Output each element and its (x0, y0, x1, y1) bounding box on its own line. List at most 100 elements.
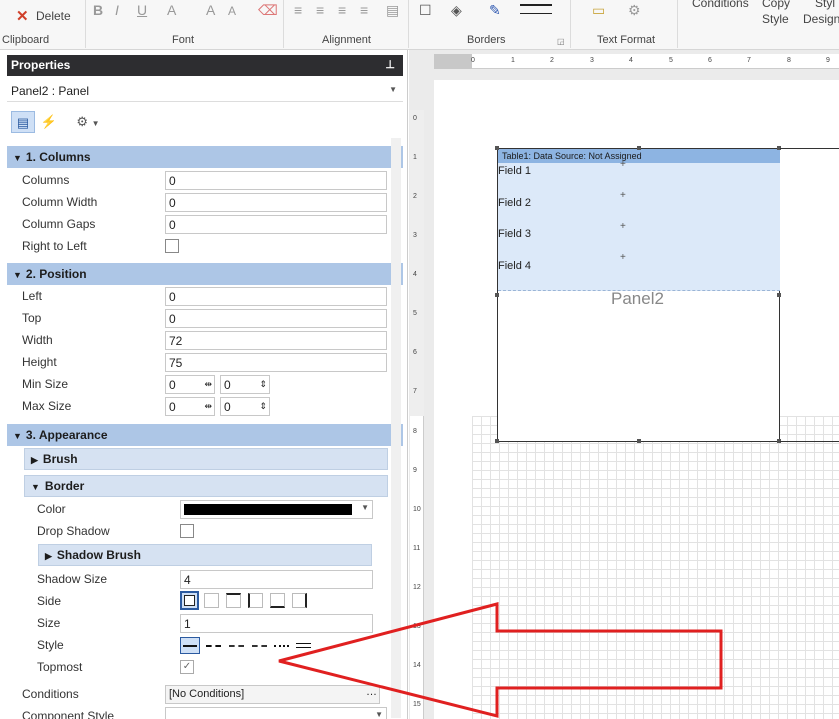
field-3[interactable]: Field 3 (498, 228, 531, 240)
size-input[interactable]: 1 (180, 614, 373, 633)
italic-icon[interactable]: I (115, 2, 119, 18)
subsection-brush[interactable]: ▶ Brush (24, 448, 388, 470)
gear-icon[interactable]: ⚙ ▼ (71, 111, 105, 133)
side-left-icon[interactable] (248, 593, 263, 608)
chevron-down-icon[interactable]: ▼ (389, 85, 397, 94)
resize-handle[interactable] (637, 146, 641, 150)
prop-drop-shadow: Drop Shadow (7, 520, 403, 542)
adjacent-panel[interactable]: Pa (780, 148, 839, 442)
right-to-left-checkbox[interactable] (165, 239, 179, 253)
dialog-launcher-icon[interactable]: ◲ (557, 37, 565, 46)
chevron-down-icon[interactable]: ▼ (361, 503, 369, 512)
copy-style-button-line2[interactable]: Style (762, 12, 789, 26)
format-icon[interactable]: ▤ (386, 2, 399, 19)
border-style-icon[interactable] (520, 4, 552, 14)
section-columns-title: 1. Columns (25, 150, 91, 164)
min-size-height-input[interactable]: 0 ⇕ (220, 375, 270, 394)
copy-style-button-line1[interactable]: Copy (762, 0, 790, 10)
font-color-icon[interactable]: A (167, 2, 176, 18)
resize-handle[interactable] (495, 293, 499, 297)
underline-icon[interactable]: U (137, 2, 147, 18)
max-size-height-input[interactable]: 0 ⇕ (220, 397, 270, 416)
delete-icon[interactable]: ✕ (16, 7, 29, 25)
field-1[interactable]: Field 1 (498, 165, 531, 177)
align-right-icon[interactable]: ≡ (338, 2, 346, 18)
align-center-icon[interactable]: ≡ (316, 2, 324, 18)
drop-shadow-checkbox[interactable] (180, 524, 194, 538)
field-2[interactable]: Field 2 (498, 197, 531, 209)
align-left-icon[interactable]: ≡ (294, 2, 302, 18)
properties-view-icon[interactable]: ▤ (11, 111, 35, 133)
columns-input[interactable]: 0 (165, 171, 387, 190)
section-appearance[interactable]: ▼ 3. Appearance (7, 424, 403, 446)
expand-triangle-icon[interactable]: ▶ (31, 455, 38, 465)
panel2-component[interactable]: Table1: Data Source: Not Assigned Field … (495, 146, 781, 443)
events-icon[interactable]: ⚡ (37, 111, 61, 133)
conditions-input[interactable]: [No Conditions] … (165, 685, 380, 704)
resize-handle[interactable] (637, 439, 641, 443)
pin-icon[interactable]: ⊥ (385, 58, 395, 71)
style-dot-icon[interactable] (272, 637, 292, 654)
eraser-icon[interactable]: ⌫ (258, 2, 278, 19)
horizontal-spin-icon[interactable]: ⇹ (204, 401, 212, 412)
resize-handle[interactable] (495, 439, 499, 443)
collapse-triangle-icon[interactable]: ▼ (13, 153, 22, 163)
report-page[interactable]: Table1: Data Source: Not Assigned Field … (434, 80, 839, 719)
side-top-icon[interactable] (226, 593, 241, 608)
style-dash-dot-dot-icon[interactable] (250, 637, 270, 654)
text-format-options-icon[interactable]: ⚙ (628, 2, 641, 19)
column-gaps-input[interactable]: 0 (165, 215, 387, 234)
height-input[interactable]: 75 (165, 353, 387, 372)
component-style-select[interactable]: ▼ (165, 707, 387, 719)
style-dash-icon[interactable] (204, 637, 224, 654)
bold-icon[interactable]: B (93, 2, 103, 18)
shrink-font-icon[interactable]: A (228, 4, 236, 18)
style-designer-button-line1[interactable]: Styl (815, 0, 835, 10)
side-bottom-icon[interactable] (270, 593, 285, 608)
max-size-width-input[interactable]: 0 ⇹ (165, 397, 215, 416)
collapse-triangle-icon[interactable]: ▼ (13, 431, 22, 441)
width-input[interactable]: 72 (165, 331, 387, 350)
chevron-down-icon[interactable]: ▼ (375, 710, 383, 719)
conditions-button[interactable]: Conditions (692, 0, 749, 10)
style-designer-button-line2[interactable]: Design (803, 12, 839, 26)
delete-button[interactable]: Delete (36, 9, 71, 23)
field-4[interactable]: Field 4 (498, 260, 531, 272)
border-color-picker[interactable]: ▼ (180, 500, 373, 519)
style-double-icon[interactable] (294, 637, 314, 654)
vertical-spin-icon[interactable]: ⇕ (259, 379, 267, 390)
ellipsis-icon[interactable]: … (366, 686, 377, 698)
collapse-triangle-icon[interactable]: ▼ (13, 270, 22, 280)
ruler-tick: 8 (413, 428, 417, 435)
fill-bucket-icon[interactable]: ◈ (451, 2, 462, 19)
top-input[interactable]: 0 (165, 309, 387, 328)
grow-font-icon[interactable]: A (206, 2, 215, 18)
section-columns[interactable]: ▼ 1. Columns (7, 146, 403, 168)
subsection-border[interactable]: ▼ Border (24, 475, 388, 497)
resize-handle[interactable] (495, 146, 499, 150)
subsection-shadow-brush[interactable]: ▶ Shadow Brush (38, 544, 372, 566)
table1-component[interactable]: Table1: Data Source: Not Assigned Field … (498, 149, 780, 291)
min-size-width-input[interactable]: 0 ⇹ (165, 375, 215, 394)
properties-scrollbar[interactable] (391, 138, 401, 718)
vertical-spin-icon[interactable]: ⇕ (259, 401, 267, 412)
expand-triangle-icon[interactable]: ▶ (45, 551, 52, 561)
side-right-icon[interactable] (292, 593, 307, 608)
border-color-icon[interactable]: ✎ (489, 2, 501, 19)
text-format-icon[interactable]: ▭ (592, 2, 605, 19)
justify-icon[interactable]: ≡ (360, 2, 368, 18)
min-size-width-value: 0 (169, 378, 176, 392)
shadow-size-input[interactable]: 4 (180, 570, 373, 589)
border-box-icon[interactable]: ☐ (419, 2, 432, 19)
style-dash-dot-icon[interactable] (227, 637, 247, 654)
side-none-icon[interactable] (204, 593, 219, 608)
side-all-icon[interactable] (180, 591, 199, 610)
collapse-triangle-icon[interactable]: ▼ (31, 482, 40, 492)
style-solid-icon[interactable] (180, 637, 200, 654)
topmost-checkbox[interactable]: ✓ (180, 660, 194, 674)
left-input[interactable]: 0 (165, 287, 387, 306)
section-position[interactable]: ▼ 2. Position (7, 263, 403, 285)
object-selector[interactable]: Panel2 : Panel ▼ (7, 80, 403, 102)
horizontal-spin-icon[interactable]: ⇹ (204, 379, 212, 390)
column-width-input[interactable]: 0 (165, 193, 387, 212)
